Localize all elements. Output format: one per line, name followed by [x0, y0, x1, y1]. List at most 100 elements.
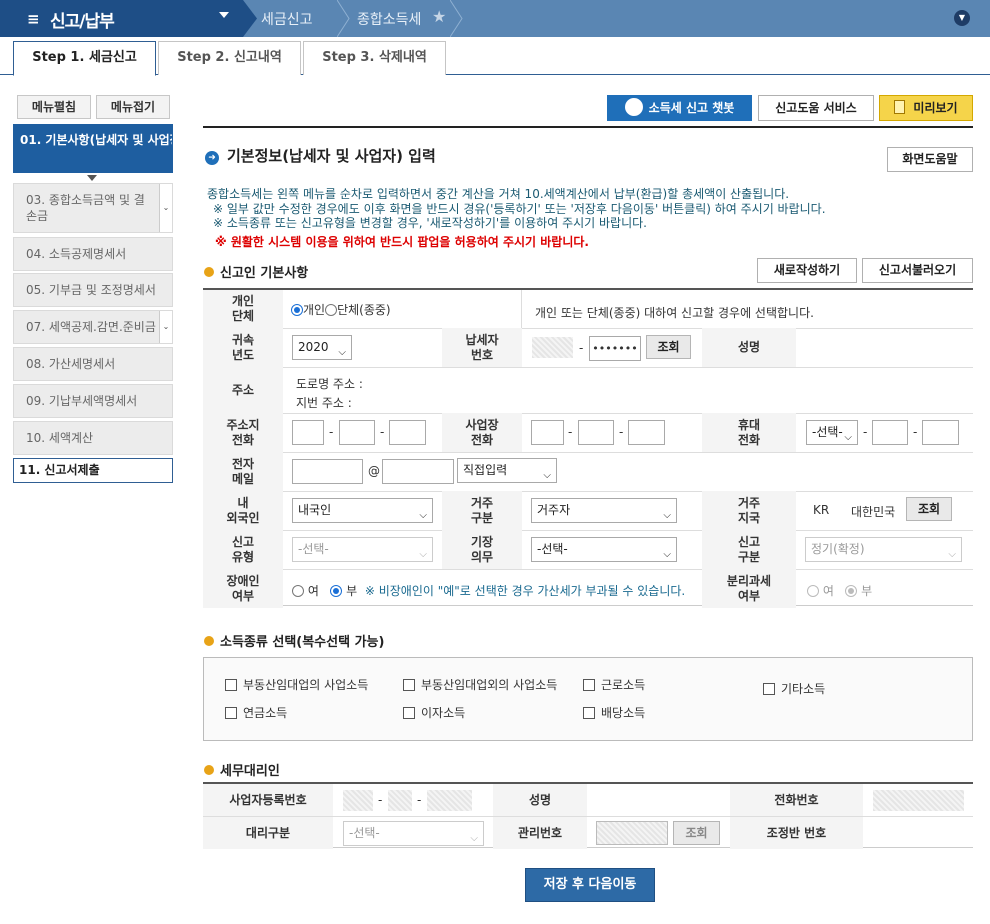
email-id-input[interactable] — [292, 459, 363, 484]
scroll-chevron-icon[interactable]: ⌄ — [159, 311, 172, 343]
label-name: 성명 — [702, 328, 796, 367]
sidebar-item-penalty[interactable]: 08. 가산세명세서 — [13, 347, 173, 381]
help-service-button[interactable]: 신고도움 서비스 — [758, 95, 874, 121]
chevron-down-icon: ⌵ — [948, 549, 956, 560]
income-option-other[interactable]: 기타소득 — [763, 680, 825, 697]
addr-phone-2[interactable] — [339, 420, 375, 445]
agent-biz-no-1[interactable] — [343, 790, 373, 811]
disabled-yes-radio[interactable] — [292, 585, 304, 597]
label-res-country: 거주 지국 — [702, 491, 796, 530]
income-option-other-biz[interactable]: 부동산임대업외의 사업소득 — [403, 676, 557, 693]
income-option-dividend[interactable]: 배당소득 — [583, 704, 645, 721]
agent-mgmt-no[interactable] — [596, 821, 668, 845]
sidebar-item-prepaid[interactable]: 09. 기납부세액명세서 — [13, 384, 173, 418]
checkbox[interactable] — [763, 683, 775, 695]
biz-phone-2[interactable] — [578, 420, 614, 445]
checkbox[interactable] — [583, 707, 595, 719]
chatbot-label: 소득세 신고 챗봇 — [648, 101, 735, 115]
sidebar-item-calculation[interactable]: 10. 세액계산 — [13, 421, 173, 455]
save-next-button[interactable]: 저장 후 다음이동 — [525, 868, 655, 902]
preview-button[interactable]: 미리보기 — [879, 95, 973, 121]
agent-phone[interactable] — [873, 790, 964, 811]
checkbox[interactable] — [403, 679, 415, 691]
chatbot-button[interactable]: 소득세 신고 챗봇 — [607, 95, 752, 121]
load-report-button[interactable]: 신고서불러오기 — [862, 258, 973, 283]
menu-dropdown[interactable]: ≡ 신고/납부 — [0, 0, 243, 37]
chevron-down-icon: ⌵ — [663, 510, 671, 521]
at-sign: @ — [368, 464, 380, 478]
mobile-prefix-select[interactable]: -선택- ⌵ — [806, 420, 858, 445]
checkbox[interactable] — [583, 679, 595, 691]
breadcrumb-separator-icon — [450, 0, 463, 37]
report-class-select[interactable]: 정기(확정) ⌵ — [805, 537, 962, 562]
agent-biz-no-3[interactable] — [427, 790, 472, 811]
tab-step2[interactable]: Step 2. 신고내역 — [158, 41, 301, 75]
separate-no-radio[interactable] — [845, 585, 858, 597]
disabled-no-radio[interactable] — [330, 585, 343, 597]
menu-collapse-button[interactable]: 메뉴접기 — [96, 95, 170, 119]
sidebar-item-tax-credit[interactable]: 07. 세액공제.감면.준비금 ⌄ — [13, 310, 173, 344]
chevron-down-icon: ⌵ — [338, 347, 346, 358]
income-option-interest[interactable]: 이자소득 — [403, 704, 465, 721]
taxpayer-no-front[interactable] — [532, 337, 573, 358]
agent-biz-no-2[interactable] — [388, 790, 412, 811]
checkbox[interactable] — [225, 679, 237, 691]
separate-yes-radio[interactable] — [807, 585, 819, 597]
income-option-pension[interactable]: 연금소득 — [225, 704, 287, 721]
sidebar-item-donation[interactable]: 05. 기부금 및 조정명세서 — [13, 273, 173, 307]
income-option-earned[interactable]: 근로소득 — [583, 676, 645, 693]
biz-phone-1[interactable] — [531, 420, 564, 445]
income-option-rental-biz[interactable]: 부동산임대업의 사업소득 — [225, 676, 368, 693]
mobile-2[interactable] — [872, 420, 908, 445]
tab-step1[interactable]: Step 1. 세금신고 — [13, 41, 156, 76]
report-type-select[interactable]: -선택- ⌵ — [292, 537, 433, 562]
chevron-down-icon[interactable]: ▼ — [954, 10, 970, 26]
sidebar-item-deduction[interactable]: 04. 소득공제명세서 — [13, 237, 173, 271]
group-radio[interactable] — [325, 304, 338, 316]
tab-step3[interactable]: Step 3. 삭제내역 — [303, 41, 446, 75]
checkbox[interactable] — [225, 707, 237, 719]
residence-select[interactable]: 거주자 ⌵ — [531, 498, 677, 523]
taxpayer-lookup-button[interactable]: 조회 — [646, 335, 691, 359]
taxpayer-no-back[interactable]: ••••••• — [589, 336, 641, 361]
option-label: 배당소득 — [601, 706, 646, 720]
sidebar-item-income-amount[interactable]: 03. 종합소득금액 및 결손금 ⌄ — [13, 183, 173, 233]
chevron-down-icon: ⌵ — [844, 432, 852, 443]
hamburger-icon: ≡ — [27, 10, 40, 28]
biz-phone-3[interactable] — [628, 420, 665, 445]
email-domain-input[interactable] — [382, 459, 454, 484]
menu-expand-button[interactable]: 메뉴펼침 — [17, 95, 91, 119]
label-agent-phone: 전화번호 — [730, 784, 863, 816]
sidebar-item-label: 07. 세액공제.감면.준비금 — [26, 320, 156, 334]
individual-radio[interactable] — [291, 304, 303, 316]
addr-phone-3[interactable] — [389, 420, 426, 445]
email-domain-value: 직접입력 — [463, 463, 508, 477]
sidebar-item-submit[interactable]: 11. 신고서제출 — [13, 458, 173, 483]
breadcrumb-item-income-tax[interactable]: 종합소득세 — [357, 9, 421, 29]
year-select[interactable]: 2020 ⌵ — [292, 335, 352, 360]
section-title-text: 소득종류 선택(복수선택 가능) — [220, 635, 385, 650]
sidebar-item-basic-info[interactable]: 01. 기본사항(납세자 및 사업장정보) — [13, 124, 173, 173]
menu-title: 신고/납부 — [50, 12, 115, 32]
individual-radio-group: 개인 단체(종중) — [291, 301, 391, 318]
mobile-3[interactable] — [922, 420, 959, 445]
group-label: 단체(종중) — [337, 303, 391, 317]
screen-help-button[interactable]: 화면도움말 — [887, 147, 973, 172]
agent-lookup-button[interactable]: 조회 — [673, 821, 720, 845]
new-write-button[interactable]: 새로작성하기 — [757, 258, 857, 283]
bookkeeping-select[interactable]: -선택- ⌵ — [531, 537, 677, 562]
checkbox[interactable] — [403, 707, 415, 719]
chevron-down-icon: ⌵ — [419, 549, 427, 560]
star-icon[interactable]: ★ — [432, 7, 446, 26]
country-lookup-button[interactable]: 조회 — [906, 497, 952, 521]
nationality-select[interactable]: 내국인 ⌵ — [292, 498, 433, 523]
addr-phone-1[interactable] — [292, 420, 324, 445]
label-biz-phone: 사업장 전화 — [442, 413, 522, 452]
road-address: 도로명 주소 : — [296, 377, 363, 391]
scroll-chevron-icon[interactable]: ⌄ — [159, 184, 172, 232]
preview-label: 미리보기 — [913, 101, 958, 115]
report-class-value: 정기(확정) — [811, 542, 865, 556]
email-domain-select[interactable]: 직접입력 ⌵ — [457, 458, 557, 483]
agent-type-select[interactable]: -선택- ⌵ — [343, 821, 484, 846]
breadcrumb-item-tax-report[interactable]: 세금신고 — [261, 9, 313, 29]
